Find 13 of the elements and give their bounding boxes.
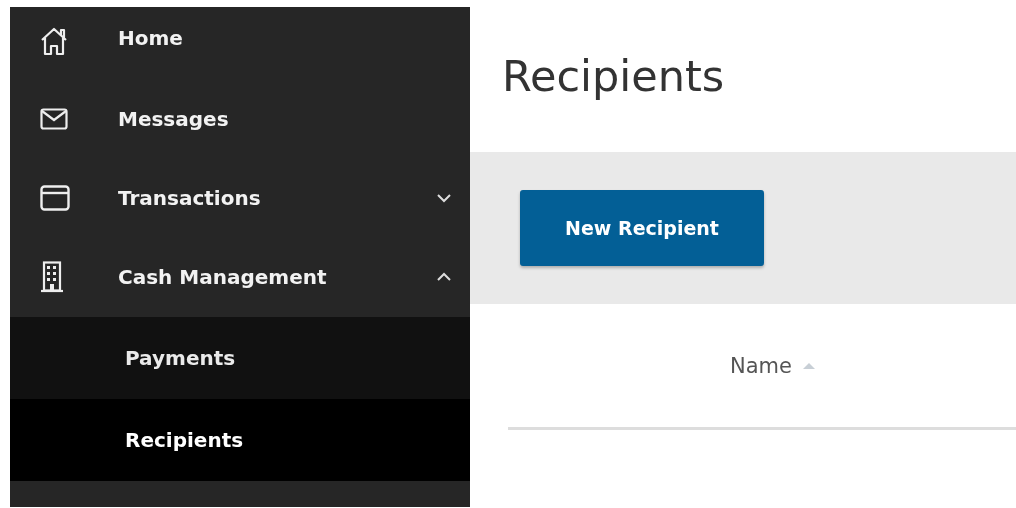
card-icon: [40, 185, 70, 211]
envelope-icon: [40, 108, 68, 130]
nav-item[interactable]: Home: [10, 6, 470, 80]
nav-subitem[interactable]: Recipients: [10, 399, 470, 481]
nav-subitem[interactable]: Payments: [10, 317, 470, 399]
nav-item[interactable]: Cash Management: [10, 237, 470, 317]
building-icon: [40, 261, 64, 293]
nav-item[interactable]: Transactions: [10, 158, 470, 238]
column-header[interactable]: Name: [730, 353, 792, 378]
page-title: Recipients: [502, 50, 726, 103]
home-icon: [40, 26, 68, 56]
new-recipient-button[interactable]: New Recipient: [520, 190, 764, 266]
nav-item[interactable]: Messages: [10, 79, 470, 159]
